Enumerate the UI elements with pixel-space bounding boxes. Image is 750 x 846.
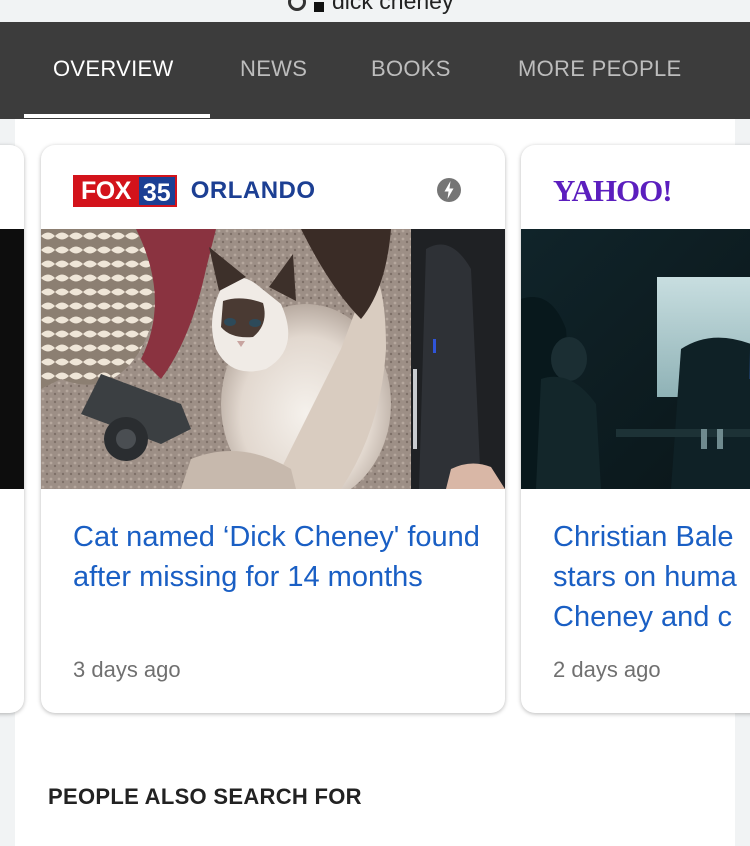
search-query[interactable]: dick cheney (332, 0, 453, 15)
yahoo-logo: YAHOO! (553, 173, 673, 208)
search-icon (288, 0, 306, 11)
tab-books[interactable]: BOOKS (371, 56, 451, 82)
lightning-icon (437, 178, 461, 202)
card-header: FOX 35 ORLANDO (41, 145, 505, 229)
people-also-search-heading: PEOPLE ALSO SEARCH FOR (48, 784, 362, 809)
news-card-cat[interactable]: FOX 35 ORLANDO Cat named ‘Dick Cheney' f… (41, 145, 505, 713)
news-age: 3 days ago (73, 657, 181, 682)
tab-news[interactable]: NEWS (240, 56, 307, 82)
news-age: 2 days ago (553, 657, 661, 682)
news-card-yahoo[interactable]: YAHOO! Christian Bale stars on huma Chen… (521, 145, 750, 713)
tab-overview[interactable]: OVERVIEW (53, 56, 174, 82)
page: dick cheney OVERVIEW NEWS BOOKS MORE PEO… (0, 0, 750, 846)
search-bar[interactable]: dick cheney (0, 0, 750, 22)
news-image (0, 229, 24, 489)
tab-more-people[interactable]: MORE PEOPLE (518, 56, 681, 82)
fox35-orlando-logo: FOX 35 ORLANDO (73, 175, 316, 207)
film-still-photo (521, 229, 750, 489)
news-headline[interactable]: Cat named ‘Dick Cheney' found after miss… (73, 517, 483, 597)
tab-bar: OVERVIEW NEWS BOOKS MORE PEOPLE (0, 22, 750, 119)
cat-photo (41, 229, 505, 489)
news-card-previous[interactable] (0, 145, 24, 713)
cursor-marker (314, 1, 324, 12)
active-tab-indicator (24, 114, 210, 118)
news-headline[interactable]: Christian Bale stars on huma Cheney and … (553, 517, 750, 637)
card-header: YAHOO! (521, 145, 750, 229)
